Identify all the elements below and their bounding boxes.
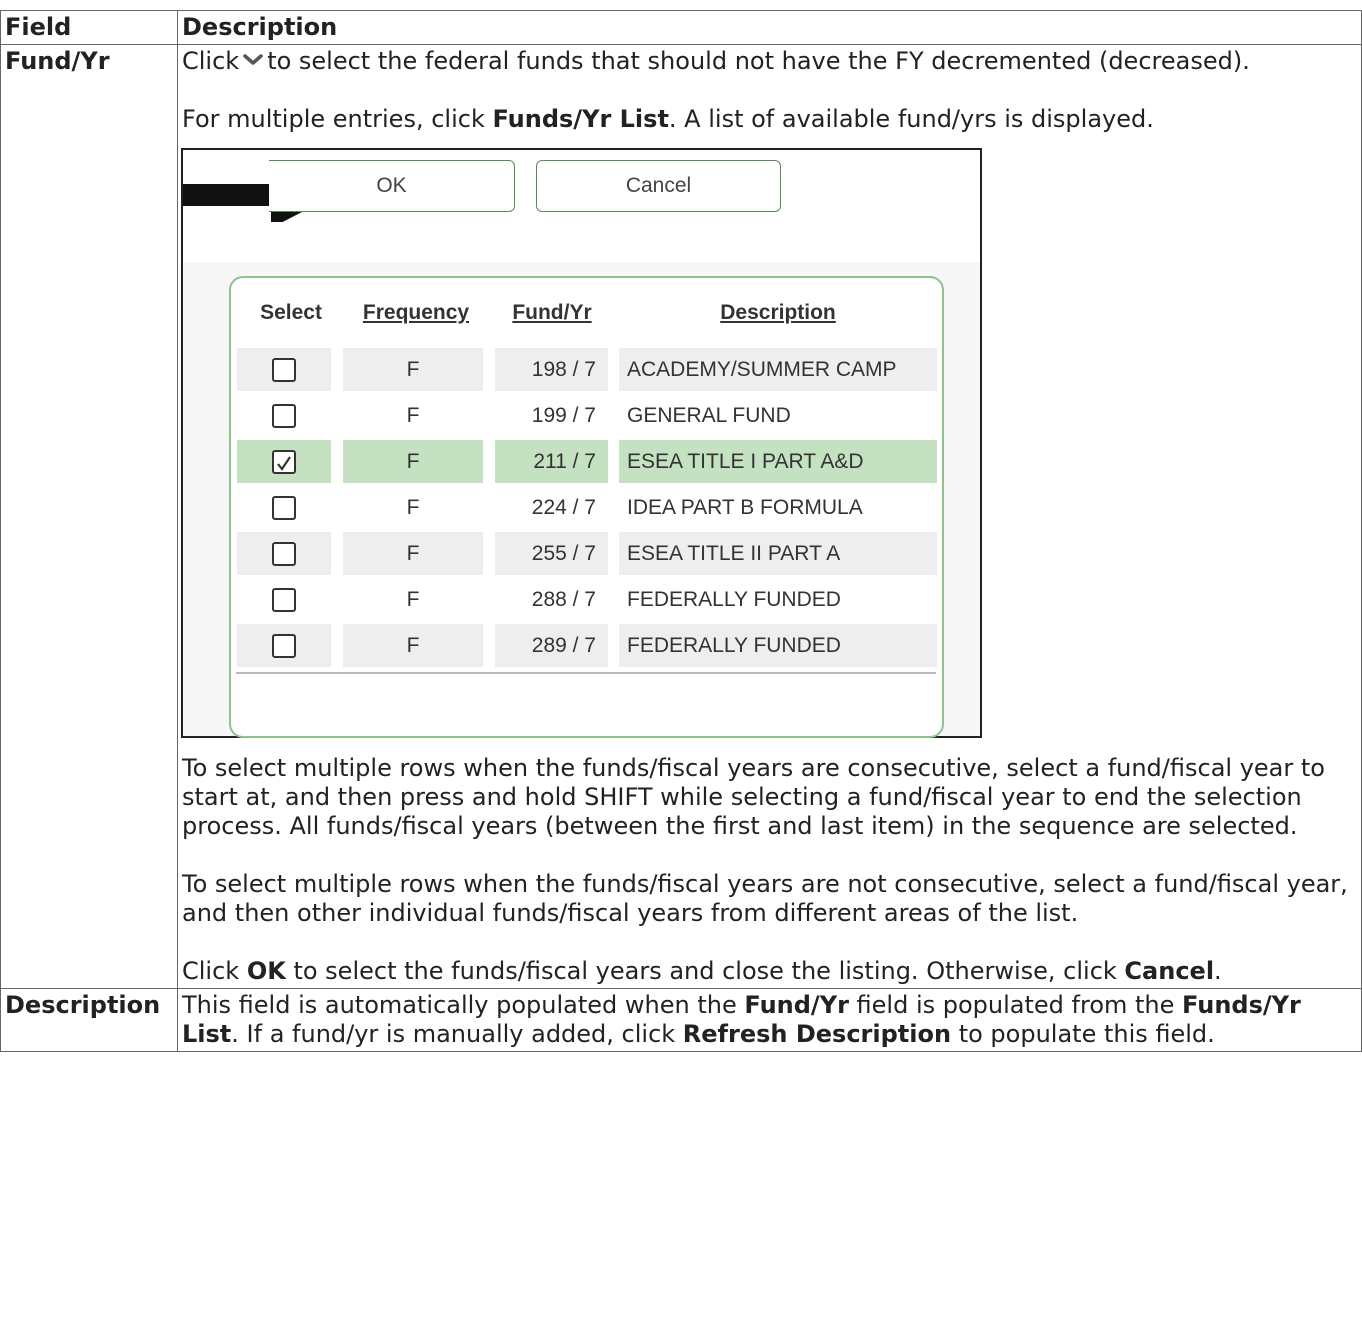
- fund-yr-cell[interactable]: 288 / 7: [495, 578, 608, 621]
- fund-yr-cell[interactable]: 198 / 7: [495, 348, 608, 391]
- funds-yr-list-ref: Funds/Yr List: [492, 105, 669, 133]
- multiple-entries-text: For multiple entries, click: [182, 105, 493, 133]
- header-description: Description: [177, 10, 1362, 45]
- header-fund-yr[interactable]: Fund/Yr: [510, 298, 594, 327]
- fund-yr-ref: Fund/Yr: [744, 991, 849, 1019]
- row-checkbox[interactable]: [272, 542, 296, 566]
- desc-text-a: This field is automatically populated wh…: [182, 991, 745, 1019]
- checkmark-icon: [277, 456, 291, 471]
- desc-text-g: to populate this field.: [951, 1020, 1215, 1048]
- header-description-col[interactable]: Description: [623, 298, 933, 327]
- paragraph-not-consecutive: To select multiple rows when the funds/f…: [182, 870, 1348, 927]
- fund-yr-cell[interactable]: 211 / 7: [495, 440, 608, 483]
- description-cell[interactable]: ACADEMY/SUMMER CAMP: [619, 348, 937, 391]
- header-field: Field: [0, 10, 178, 45]
- cancel-ref: Cancel: [1124, 957, 1215, 985]
- click-text: Click: [182, 47, 240, 75]
- frequency-cell[interactable]: F: [343, 440, 483, 483]
- header-frequency[interactable]: Frequency: [358, 298, 474, 327]
- ok-button[interactable]: OK: [269, 160, 515, 212]
- row-checkbox[interactable]: [272, 588, 296, 612]
- table-bottom-divider: [236, 672, 936, 674]
- paragraph-select-funds: Click to select the federal funds that sh…: [182, 47, 1357, 76]
- table-row-fund-yr: Fund/Yr Click to select the federal funds…: [0, 44, 1362, 989]
- frequency-cell[interactable]: F: [343, 578, 483, 621]
- paragraph-multiple-entries: For multiple entries, click Funds/Yr Lis…: [182, 105, 1357, 134]
- chevron-down-icon: [243, 54, 263, 65]
- row-label-fund-yr: Fund/Yr: [0, 44, 178, 989]
- desc-text-e: . If a fund/yr is manually added, click: [231, 1020, 683, 1048]
- table-row-description: Description This field is automatically …: [0, 988, 1362, 1052]
- click-ok-text: Click: [182, 957, 247, 985]
- frequency-cell[interactable]: F: [343, 624, 483, 667]
- field-description-table: Field Description Fund/Yr Click to select…: [0, 10, 1362, 1052]
- description-cell[interactable]: FEDERALLY FUNDED: [619, 624, 937, 667]
- frequency-cell[interactable]: F: [343, 394, 483, 437]
- cancel-button[interactable]: Cancel: [536, 160, 781, 212]
- paragraph-consecutive: To select multiple rows when the funds/f…: [182, 754, 1325, 840]
- row-checkbox[interactable]: [272, 450, 296, 474]
- row-checkbox[interactable]: [272, 496, 296, 520]
- close-listing-text: to select the funds/fiscal years and clo…: [285, 957, 1125, 985]
- fund-yr-cell[interactable]: 199 / 7: [495, 394, 608, 437]
- description-cell[interactable]: ESEA TITLE I PART A&D: [619, 440, 937, 483]
- table-header-row: Field Description: [0, 10, 1362, 45]
- list-displayed-text: . A list of available fund/yrs is displa…: [668, 105, 1154, 133]
- row-checkbox[interactable]: [272, 358, 296, 382]
- ok-ref: OK: [246, 957, 286, 985]
- period-text: .: [1214, 957, 1222, 985]
- row-content-description: This field is automatically populated wh…: [177, 988, 1362, 1052]
- row-content-fund-yr: Click to select the federal funds that sh…: [177, 44, 1362, 989]
- select-funds-text: to select the federal funds that should …: [267, 47, 1250, 75]
- frequency-cell[interactable]: F: [343, 348, 483, 391]
- description-cell[interactable]: IDEA PART B FORMULA: [619, 486, 937, 529]
- frequency-cell[interactable]: F: [343, 486, 483, 529]
- frequency-cell[interactable]: F: [343, 532, 483, 575]
- fund-yr-cell[interactable]: 255 / 7: [495, 532, 608, 575]
- row-label-description: Description: [0, 988, 178, 1052]
- header-select[interactable]: Select: [251, 298, 331, 327]
- fund-yr-cell[interactable]: 224 / 7: [495, 486, 608, 529]
- fund-yr-cell[interactable]: 289 / 7: [495, 624, 608, 667]
- refresh-description-ref: Refresh Description: [682, 1020, 952, 1048]
- fund-list-dialog-screenshot: OK Cancel Select Frequency Fund/Yr Descript…: [181, 148, 982, 738]
- description-cell[interactable]: GENERAL FUND: [619, 394, 937, 437]
- paragraph-ok-cancel: Click OK to select the funds/fiscal year…: [182, 957, 1357, 986]
- description-cell[interactable]: ESEA TITLE II PART A: [619, 532, 937, 575]
- row-checkbox[interactable]: [272, 634, 296, 658]
- row-checkbox[interactable]: [272, 404, 296, 428]
- desc-text-c: field is populated from the: [848, 991, 1183, 1019]
- description-cell[interactable]: FEDERALLY FUNDED: [619, 578, 937, 621]
